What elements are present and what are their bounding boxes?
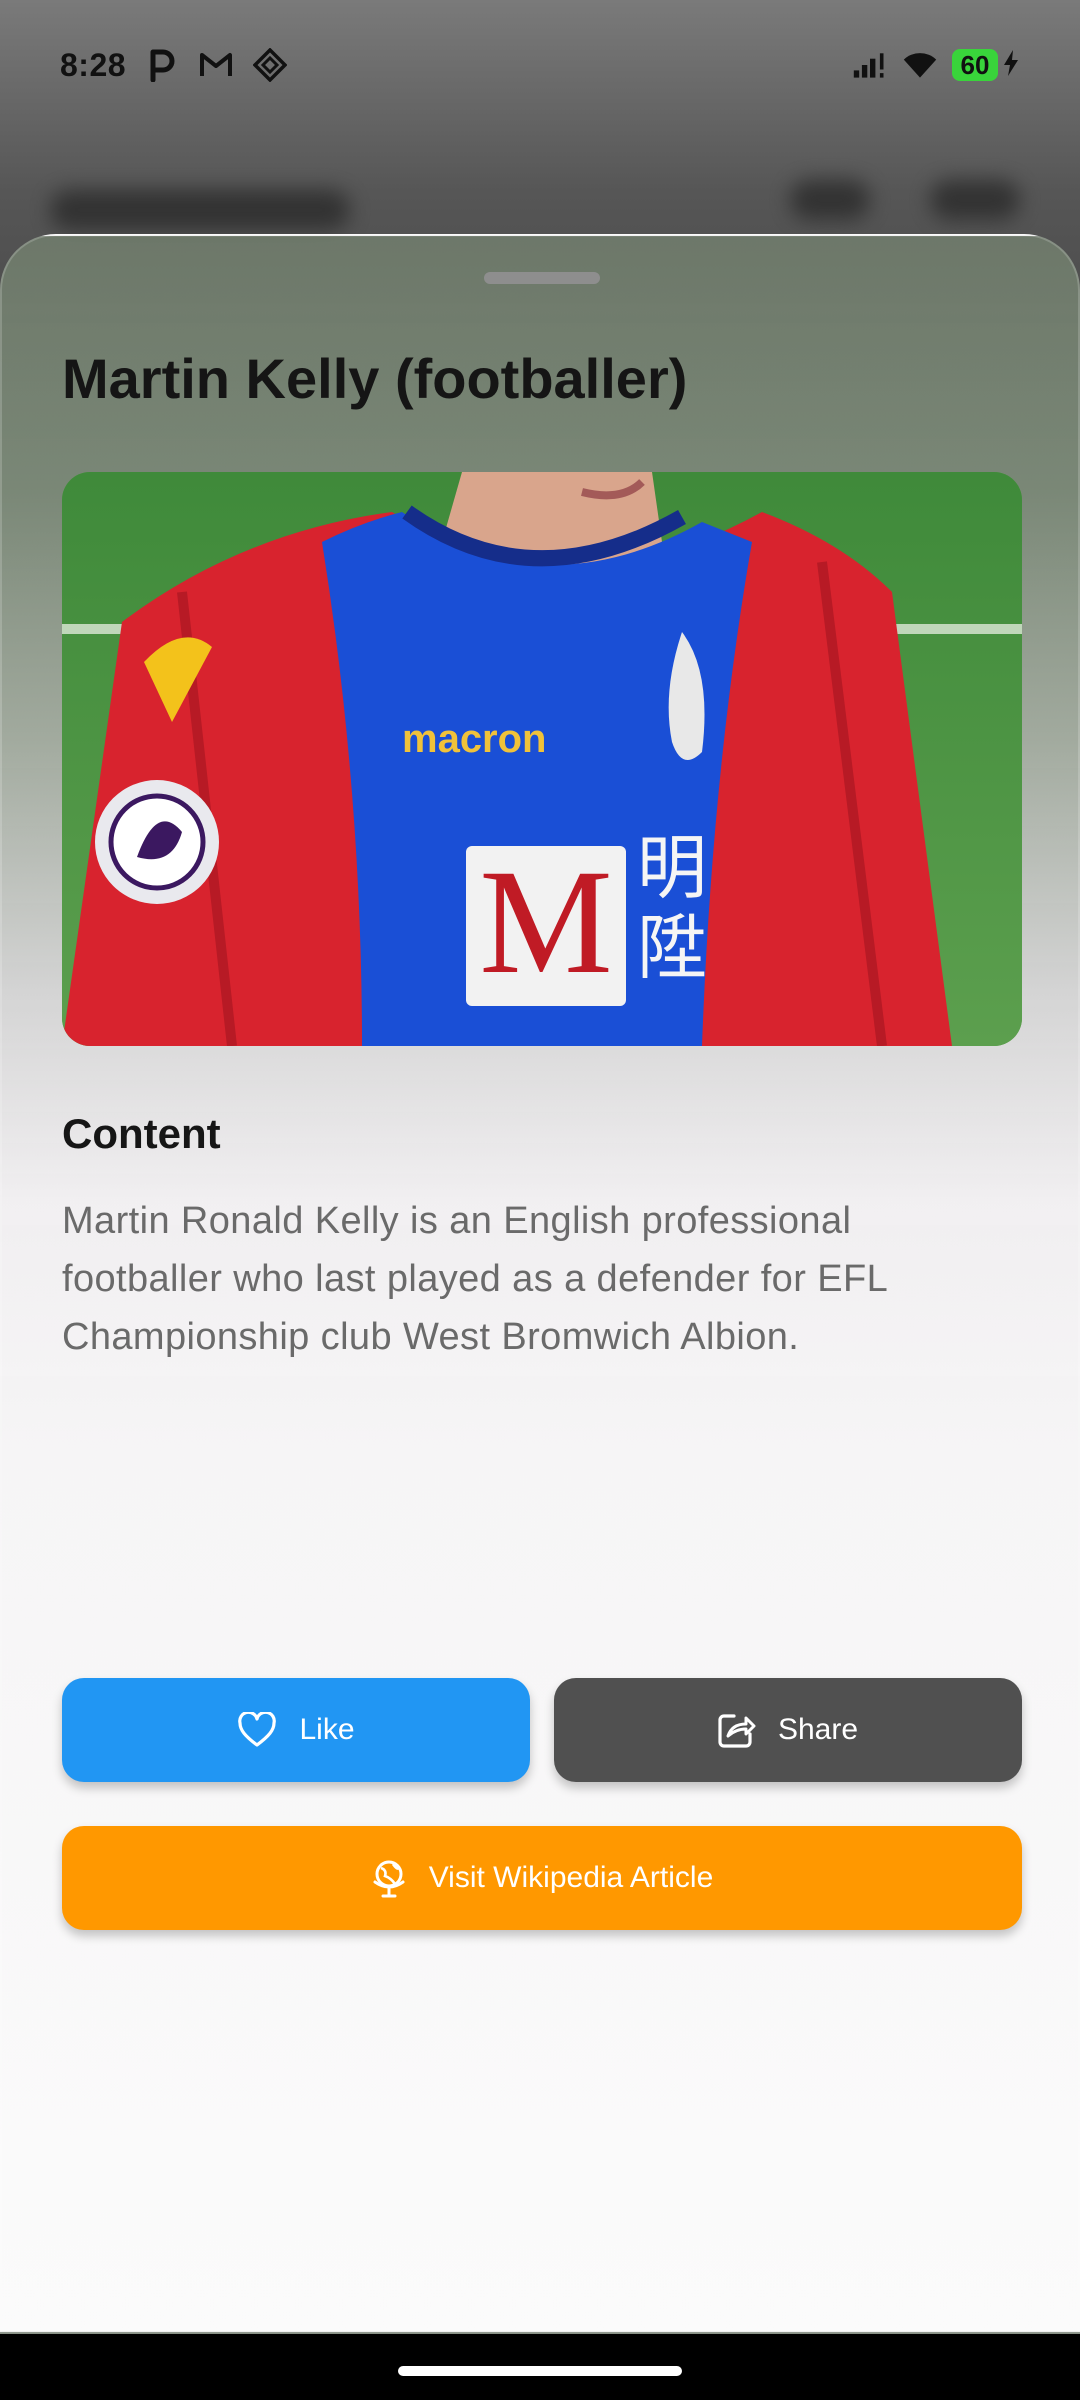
article-image: M 明 陞 macron <box>62 472 1022 1046</box>
content-heading: Content <box>62 1110 221 1157</box>
svg-text:明: 明 <box>637 827 707 909</box>
content-text: Martin Ronald Kelly is an English profes… <box>62 1200 887 1358</box>
drag-handle[interactable] <box>484 272 600 284</box>
like-button[interactable]: Like <box>62 1678 530 1782</box>
heart-icon <box>237 1712 277 1748</box>
like-label: Like <box>299 1713 355 1746</box>
battery-indicator: 60 <box>952 49 1020 82</box>
status-bar: 8:28 60 <box>0 0 1080 130</box>
background-content <box>50 180 1030 240</box>
article-bottom-sheet: Martin Kelly (footballer) M 明 陞 macron C… <box>0 234 1080 2334</box>
globe-icon <box>371 1858 407 1898</box>
visit-wikipedia-button[interactable]: Visit Wikipedia Article <box>62 1826 1022 1930</box>
signal-icon <box>852 47 888 83</box>
article-title: Martin Kelly (footballer) <box>62 347 688 410</box>
screen: 8:28 60 Martin Kelly (footballer) M 明 陞 … <box>0 0 1080 2400</box>
home-indicator[interactable] <box>398 2366 682 2376</box>
visit-wikipedia-label: Visit Wikipedia Article <box>428 1861 714 1894</box>
svg-text:陞: 陞 <box>637 907 707 989</box>
charging-bolt-icon <box>1002 49 1020 82</box>
gmail-icon <box>198 47 234 83</box>
share-label: Share <box>777 1713 859 1746</box>
wifi-icon <box>902 47 938 83</box>
svg-text:macron: macron <box>402 717 547 761</box>
svg-text:M: M <box>479 839 612 1005</box>
share-icon <box>718 1712 756 1748</box>
parking-icon <box>144 47 180 83</box>
status-time: 8:28 <box>60 46 127 83</box>
share-button[interactable]: Share <box>554 1678 1022 1782</box>
battery-level: 60 <box>952 49 998 81</box>
app-diamond-icon <box>252 47 288 83</box>
